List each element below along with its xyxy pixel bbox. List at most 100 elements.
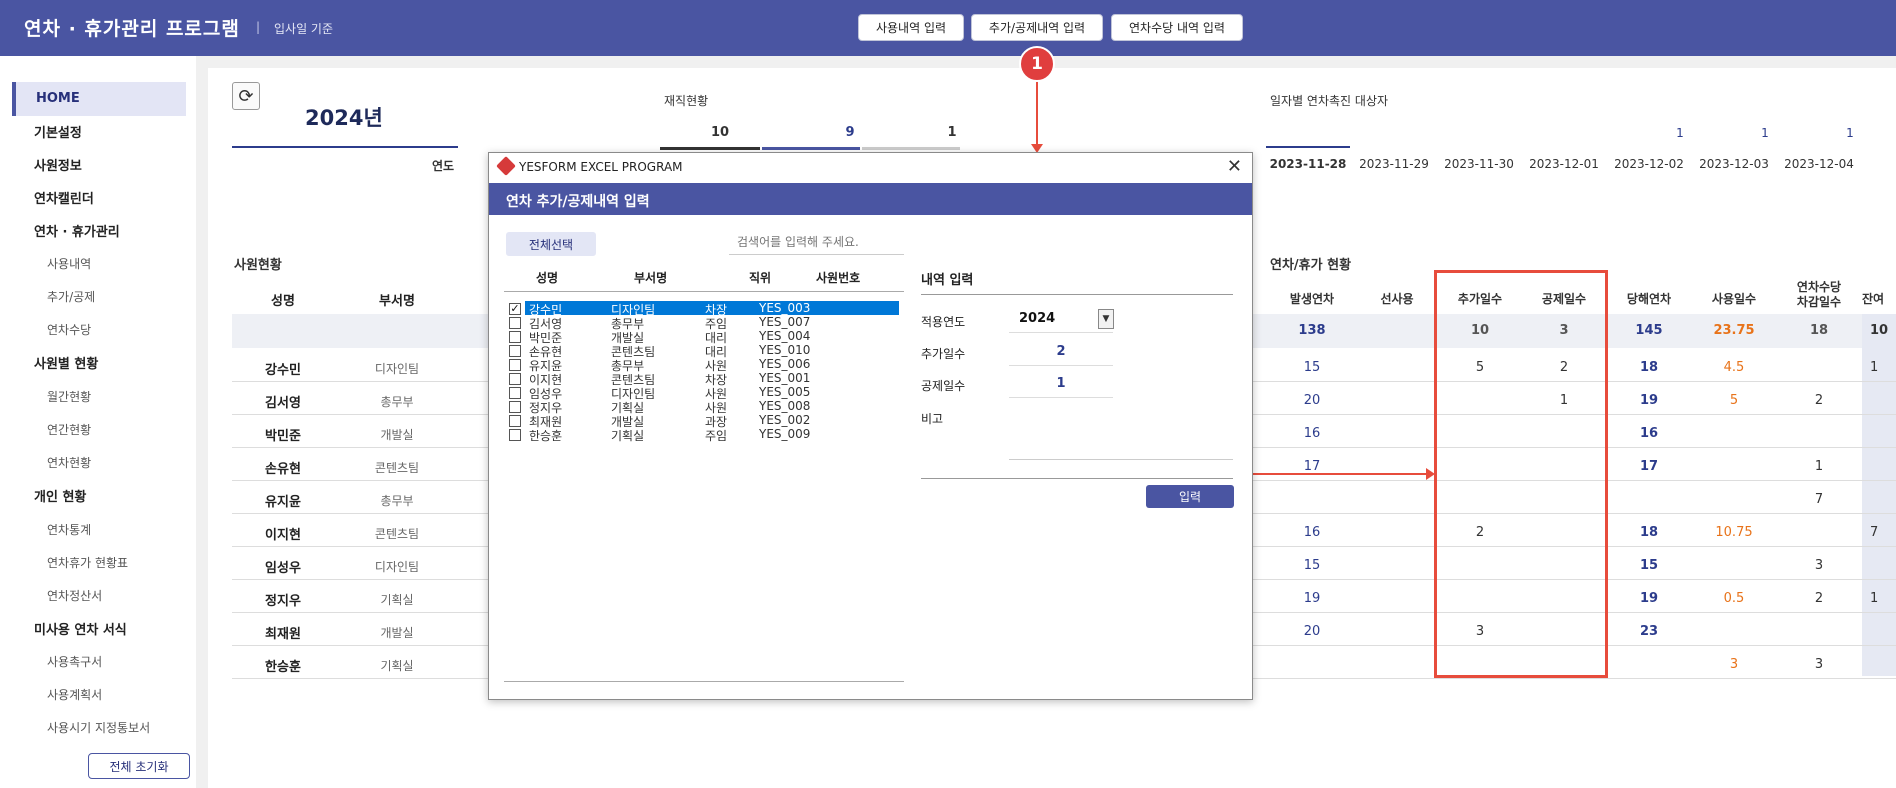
sidebar-item-allowance[interactable]: 연차수당 xyxy=(47,321,91,338)
date-tab[interactable]: 2023-12-03 xyxy=(1692,157,1776,171)
entry-section-title: 내역 입력 xyxy=(921,273,974,288)
arrow-head-right-icon xyxy=(1426,468,1435,480)
date-tab[interactable]: 2023-11-30 xyxy=(1437,157,1521,171)
list-cell-id: YES_003 xyxy=(759,301,811,315)
chevron-down-icon[interactable]: ▼ xyxy=(1098,309,1114,329)
sidebar-item-calendar[interactable]: 연차캘린더 xyxy=(34,188,94,207)
sidebar-item-plan-form[interactable]: 사용계획서 xyxy=(47,686,102,703)
close-icon[interactable]: ✕ xyxy=(1227,156,1242,177)
col-header: 선사용 xyxy=(1380,292,1414,306)
employee-checkbox[interactable] xyxy=(509,373,521,385)
employee-checkbox[interactable] xyxy=(509,401,521,413)
employee-list-item[interactable]: 이지현 콘텐츠팀 차장 YES_001 xyxy=(525,371,899,387)
usage-entry-button[interactable]: 사용내역 입력 xyxy=(858,14,964,41)
employee-checkbox[interactable] xyxy=(509,359,521,371)
employee-list-item[interactable]: 김서영 총무부 주임 YES_007 xyxy=(525,315,899,331)
list-cell-id: YES_008 xyxy=(759,399,811,413)
date-tab[interactable]: 2023-11-29 xyxy=(1352,157,1436,171)
step-badge: 1 xyxy=(1019,46,1055,82)
leave-cell: 15 xyxy=(1303,558,1321,573)
sidebar-item-add-deduct[interactable]: 추가/공제 xyxy=(47,288,95,305)
employment-total: 10 xyxy=(710,125,730,140)
sidebar-item-personal[interactable]: 개인 현황 xyxy=(34,486,86,505)
sidebar-item-home[interactable]: HOME xyxy=(12,82,186,116)
employee-list-item[interactable]: 최재원 개발실 과장 YES_002 xyxy=(525,413,899,429)
annotation-arrow xyxy=(1036,76,1038,148)
leave-cell: 18 xyxy=(1639,360,1659,375)
employee-checkbox[interactable] xyxy=(509,331,521,343)
deduct-days-input[interactable]: 1 xyxy=(1009,376,1113,391)
employee-name: 임성우 xyxy=(265,561,301,576)
date-active-underline xyxy=(1266,146,1350,148)
employee-checkbox[interactable] xyxy=(509,387,521,399)
date-tab[interactable]: 2023-11-28 xyxy=(1266,157,1350,171)
select-all-button[interactable]: 전체선택 xyxy=(506,232,596,256)
year-select-value[interactable]: 2024 xyxy=(1019,311,1055,326)
submit-button[interactable]: 입력 xyxy=(1146,485,1234,508)
sidebar-item-monthly[interactable]: 월간현황 xyxy=(47,388,91,405)
add-days-label: 추가일수 xyxy=(921,347,966,361)
add-deduct-dialog: YESFORM EXCEL PROGRAM ✕ 연차 추가/공제내역 입력 전체… xyxy=(488,152,1253,700)
sidebar-item-status-sheet[interactable]: 연차휴가 현황표 xyxy=(47,554,128,571)
refresh-icon[interactable]: ⟳ xyxy=(232,82,260,110)
employee-name: 최재원 xyxy=(265,627,301,642)
date-tab[interactable]: 2023-12-04 xyxy=(1777,157,1861,171)
employee-checkbox[interactable]: ✓ xyxy=(509,303,521,315)
employee-list-item[interactable]: 정지우 기획실 사원 YES_008 xyxy=(525,399,899,415)
leave-cell: 1 xyxy=(1870,360,1879,375)
employee-list-item[interactable]: 박민준 개발실 대리 YES_004 xyxy=(525,329,899,345)
employee-list-item[interactable]: 임성우 디자인팀 사원 YES_005 xyxy=(525,385,899,401)
employee-list-item[interactable]: 유지윤 총무부 사원 YES_006 xyxy=(525,357,899,373)
add-deduct-entry-button[interactable]: 추가/공제내역 입력 xyxy=(971,14,1103,41)
leave-cell: 3 xyxy=(1814,558,1824,573)
leave-cell: 3 xyxy=(1814,657,1824,672)
employee-list-item[interactable]: 손유현 콘텐츠팀 대리 YES_010 xyxy=(525,343,899,359)
note-input[interactable] xyxy=(1009,405,1233,455)
date-tab[interactable]: 2023-12-01 xyxy=(1522,157,1606,171)
entry-section-line xyxy=(921,294,1233,295)
sidebar-item-urge-form[interactable]: 사용촉구서 xyxy=(47,653,102,670)
col-header: 사용일수 xyxy=(1711,292,1757,306)
sidebar-item-employee-status[interactable]: 사원별 현황 xyxy=(34,353,98,372)
app-header: 연차 · 휴가관리 프로그램 | 입사일 기준 사용내역 입력 추가/공제내역 … xyxy=(0,0,1896,56)
annotation-arrow xyxy=(1252,473,1432,475)
reset-all-button[interactable]: 전체 초기화 xyxy=(88,753,190,779)
employee-checkbox[interactable] xyxy=(509,317,521,329)
dialog-window-title: YESFORM EXCEL PROGRAM xyxy=(519,160,683,174)
staff-section-title: 사원현황 xyxy=(234,258,282,273)
employment-title: 재직현황 xyxy=(664,94,709,108)
employee-name: 한승훈 xyxy=(265,660,301,675)
employee-list-item[interactable]: 한승훈 기획실 주임 YES_009 xyxy=(525,427,899,443)
sidebar-item-settlement[interactable]: 연차정산서 xyxy=(47,587,102,604)
leave-cell: 1 xyxy=(1814,459,1824,474)
allowance-entry-button[interactable]: 연차수당 내역 입력 xyxy=(1111,14,1243,41)
year-underline xyxy=(232,146,458,148)
leave-cell: 5 xyxy=(1729,393,1739,408)
col-header: 당해연차 xyxy=(1626,292,1672,306)
employee-name: 김서영 xyxy=(265,396,301,411)
sidebar-item-leave-status[interactable]: 연차현황 xyxy=(47,454,91,471)
year-display: 2024년 xyxy=(305,106,383,130)
sidebar-item-statistics[interactable]: 연차통계 xyxy=(47,521,91,538)
deduct-field-line xyxy=(1009,397,1113,398)
sidebar-item-yearly[interactable]: 연간현황 xyxy=(47,421,91,438)
employee-checkbox[interactable] xyxy=(509,345,521,357)
sidebar-item-employees[interactable]: 사원정보 xyxy=(34,155,82,174)
employee-list-item[interactable]: 강수민 디자인팀 차장 YES_003 xyxy=(525,301,899,317)
date-tab[interactable]: 2023-12-02 xyxy=(1607,157,1691,171)
sidebar-item-settings[interactable]: 기본설정 xyxy=(34,122,82,141)
search-input[interactable] xyxy=(729,229,904,255)
employee-checkbox[interactable] xyxy=(509,415,521,427)
sidebar-item-notice-form[interactable]: 사용시기 지정통보서 xyxy=(47,719,150,736)
employment-left: 1 xyxy=(947,125,957,140)
leave-cell: 18 xyxy=(1639,525,1659,540)
employee-checkbox[interactable] xyxy=(509,429,521,441)
dialog-header: 연차 추가/공제내역 입력 xyxy=(489,183,1252,215)
sidebar-item-unused-forms[interactable]: 미사용 연차 서식 xyxy=(34,619,127,638)
year-field-line xyxy=(1009,332,1113,333)
employee-dept: 콘텐츠팀 xyxy=(374,461,420,475)
sidebar-item-leave-management[interactable]: 연차 · 휴가관리 xyxy=(34,221,120,240)
header-separator: | xyxy=(256,20,261,34)
add-days-input[interactable]: 2 xyxy=(1009,344,1113,359)
sidebar-item-usage[interactable]: 사용내역 xyxy=(47,255,91,272)
